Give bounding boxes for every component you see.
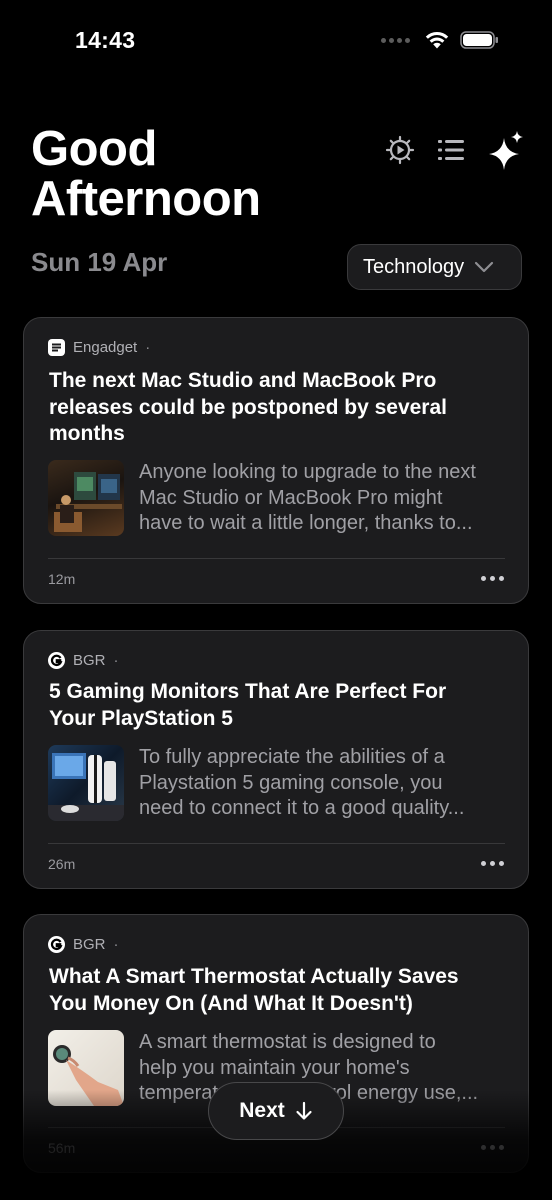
article-title[interactable]: 5 Gaming Monitors That Are Perfect For Y… — [49, 679, 509, 732]
article-summary: To fully appreciate the abilities of a P… — [139, 745, 509, 822]
separator-dot: · — [113, 652, 119, 669]
separator-dot: · — [145, 339, 151, 356]
engadget-logo-icon — [48, 339, 65, 356]
card-divider — [48, 843, 505, 844]
article-source-name: BGR — [73, 936, 106, 953]
more-options-icon[interactable] — [481, 861, 504, 866]
header-actions — [383, 130, 526, 170]
article-title-line: The next Mac Studio and MacBook Pro — [49, 369, 437, 392]
more-options-icon[interactable] — [481, 576, 504, 581]
battery-icon — [460, 31, 498, 49]
next-button[interactable]: Next — [208, 1082, 344, 1140]
article-summary-line: need to connect it to a good quality... — [139, 797, 465, 819]
category-dropdown-label: Technology — [363, 255, 465, 278]
wifi-icon — [425, 31, 449, 49]
article-source-name: BGR — [73, 652, 106, 669]
article-card[interactable]: BGR · 5 Gaming Monitors That Are Perfect… — [23, 630, 529, 889]
status-time: 14:43 — [75, 27, 136, 53]
article-title[interactable]: The next Mac Studio and MacBook Pro rele… — [49, 368, 509, 448]
article-title-line: months — [49, 422, 125, 445]
article-title-line: You Money On (And What It Doesn't) — [49, 991, 413, 1015]
article-summary-line: have to wait a little longer, thanks to.… — [139, 512, 473, 534]
article-title-line: releases could be postponed by several — [49, 395, 447, 419]
article-time: 26m — [48, 856, 76, 872]
article-card[interactable]: Engadget · The next Mac Studio and MacBo… — [23, 317, 529, 604]
cellular-signal-icon — [381, 37, 410, 43]
arrow-down-icon — [295, 1101, 313, 1121]
greeting-line-2: Afternoon — [31, 172, 261, 226]
article-source: Engadget · — [48, 339, 150, 356]
article-summary-line: Mac Studio or MacBook Pro might — [139, 486, 443, 509]
next-button-label: Next — [239, 1099, 285, 1122]
sparkles-icon[interactable] — [486, 130, 526, 170]
greeting-line-1: Good — [31, 122, 157, 176]
article-title[interactable]: What A Smart Thermostat Actually Saves Y… — [49, 964, 509, 1017]
article-summary-line: Anyone looking to upgrade to the next — [139, 461, 476, 483]
bgr-logo-icon — [48, 652, 65, 669]
chevron-down-icon — [475, 261, 494, 273]
article-thumbnail — [48, 460, 124, 536]
article-source: BGR · — [48, 652, 119, 669]
category-dropdown[interactable]: Technology — [347, 244, 522, 290]
card-divider — [48, 558, 505, 559]
article-summary-line: A smart thermostat is designed to — [139, 1031, 436, 1053]
status-bar: 14:43 — [0, 0, 552, 80]
settings-icon[interactable] — [383, 133, 417, 167]
article-source: BGR · — [48, 936, 119, 953]
article-summary-line: To fully appreciate the abilities of a — [139, 746, 445, 768]
greeting-heading: Good Afternoon — [31, 124, 261, 224]
article-title-line: 5 Gaming Monitors That Are Perfect For — [49, 680, 447, 703]
article-summary-line: help you maintain your home's — [139, 1056, 410, 1079]
bgr-logo-icon — [48, 936, 65, 953]
article-thumbnail — [48, 745, 124, 821]
article-time: 12m — [48, 571, 76, 587]
article-title-line: Your PlayStation 5 — [49, 706, 233, 730]
date-label: Sun 19 Apr — [31, 247, 168, 277]
article-title-line: What A Smart Thermostat Actually Saves — [49, 965, 459, 988]
separator-dot: · — [113, 936, 119, 953]
article-summary: Anyone looking to upgrade to the next Ma… — [139, 460, 509, 537]
article-summary-line: Playstation 5 gaming console, you — [139, 771, 443, 794]
status-icons — [381, 30, 500, 50]
article-source-name: Engadget — [73, 339, 138, 356]
list-icon[interactable] — [434, 133, 468, 167]
